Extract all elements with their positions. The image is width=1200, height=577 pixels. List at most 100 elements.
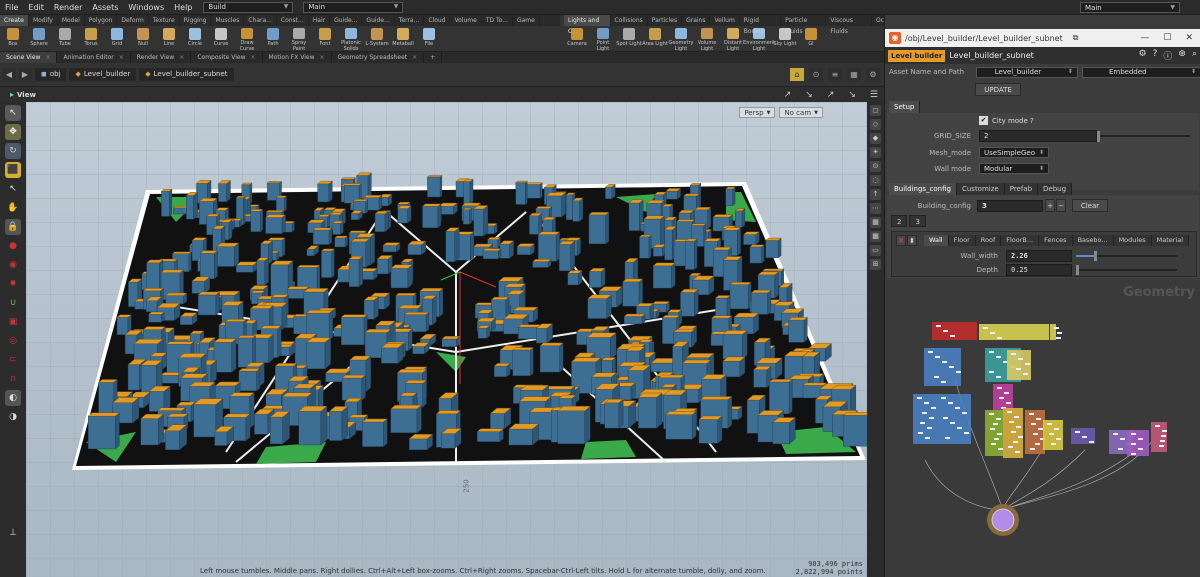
network-node[interactable] <box>1131 453 1136 455</box>
persp-dropdown[interactable]: Persp ▼ <box>739 107 776 118</box>
network-node[interactable] <box>997 387 1002 389</box>
network-node[interactable] <box>1082 436 1087 438</box>
network-node[interactable] <box>941 381 946 383</box>
network-node[interactable] <box>949 366 954 368</box>
shelf-tab[interactable]: Particle Fluids <box>781 15 827 35</box>
shelf-tab[interactable]: Lights and C... <box>564 15 611 35</box>
menu-edit[interactable]: Edit <box>23 0 49 15</box>
grid-size-slider[interactable] <box>1100 135 1190 137</box>
shelf-tab[interactable]: Const... <box>277 15 309 26</box>
network-node[interactable] <box>948 402 953 404</box>
select-mode-icon[interactable]: ↘ <box>805 90 813 100</box>
points-icon[interactable]: ⋯ <box>870 203 881 214</box>
reorder-icon[interactable]: ⬍ <box>907 235 917 246</box>
shelf-tool[interactable]: Sky Light <box>772 26 798 52</box>
shelf-tab[interactable]: Create <box>0 15 29 26</box>
network-node[interactable] <box>1075 431 1080 433</box>
network-box[interactable] <box>932 322 977 340</box>
network-node[interactable] <box>934 376 939 378</box>
snap-curve-icon[interactable]: ⊂ <box>5 352 21 368</box>
handle-icon[interactable]: ↘ <box>848 90 856 100</box>
network-node[interactable] <box>1155 425 1160 427</box>
grid-size-field[interactable]: 2 <box>979 130 1097 142</box>
menu-windows[interactable]: Windows <box>123 0 169 15</box>
network-node[interactable] <box>943 330 948 332</box>
sub-tab[interactable]: Basebo... <box>1072 235 1114 246</box>
network-node[interactable] <box>1056 438 1061 440</box>
network-node[interactable] <box>1047 423 1052 425</box>
network-node[interactable] <box>950 335 955 337</box>
info-icon[interactable]: ⓘ <box>1163 49 1172 62</box>
close-icon[interactable]: × <box>320 52 325 63</box>
network-node[interactable] <box>1023 373 1028 375</box>
network-node[interactable] <box>950 422 955 424</box>
shelf-tab[interactable]: Deform <box>117 15 149 26</box>
update-button[interactable]: UPDATE <box>975 83 1021 96</box>
close-icon[interactable]: × <box>45 52 50 63</box>
main-dropdown-right[interactable]: Main ▼ <box>1080 2 1180 13</box>
pose-icon[interactable]: ✋ <box>5 200 21 216</box>
network-node[interactable] <box>1160 440 1165 442</box>
wireframe-icon[interactable]: ◇ <box>870 119 881 130</box>
shelf-tab[interactable]: Model <box>58 15 85 26</box>
safe-area-icon[interactable]: ▭ <box>870 245 881 256</box>
network-node[interactable] <box>1054 428 1059 430</box>
help-icon[interactable]: ? <box>1153 49 1158 62</box>
light-red-icon[interactable]: ✸ <box>5 276 21 292</box>
network-node[interactable] <box>1033 433 1038 435</box>
network-node[interactable] <box>1161 435 1166 437</box>
network-node[interactable] <box>1049 433 1054 435</box>
network-node[interactable] <box>942 361 947 363</box>
shelf-tab[interactable]: Volume <box>450 15 482 26</box>
node-name-field[interactable]: Level_builder_subnet <box>949 51 1033 60</box>
network-node[interactable] <box>935 356 940 358</box>
network-node[interactable] <box>1030 448 1035 450</box>
snap-magnet-icon[interactable]: ∩ <box>5 371 21 387</box>
network-node[interactable] <box>1118 448 1123 450</box>
shelf-tool[interactable]: Area Light <box>642 26 668 52</box>
shelf-tab[interactable]: Rigging <box>180 15 212 26</box>
shelf-tool[interactable]: Line <box>156 26 182 52</box>
network-node[interactable] <box>989 413 994 415</box>
camera-view-icon[interactable]: ⊙ <box>870 161 881 172</box>
network-node[interactable] <box>1016 426 1021 428</box>
network-box[interactable] <box>937 394 971 444</box>
section-tab[interactable]: Customize <box>956 183 1005 195</box>
visibility-icon[interactable]: ◑ <box>5 409 21 425</box>
minimize-icon[interactable]: — <box>1140 33 1149 43</box>
close-icon[interactable]: ✕ <box>1185 33 1193 43</box>
shelf-tool[interactable]: Point Light <box>590 26 616 52</box>
network-node[interactable] <box>1038 428 1043 430</box>
network-node[interactable] <box>945 437 950 439</box>
network-node[interactable] <box>956 371 961 373</box>
network-node[interactable] <box>1018 358 1023 360</box>
sub-tab[interactable]: FloorB... <box>1001 235 1040 246</box>
shelf-tab[interactable]: Collisions <box>611 15 648 26</box>
shelf-tool[interactable]: Volume Light <box>694 26 720 52</box>
tab-setup[interactable]: Setup <box>889 101 921 113</box>
network-node[interactable] <box>941 397 946 399</box>
shelf-tab[interactable]: Rigid Bodies <box>740 15 782 35</box>
network-node[interactable] <box>1035 443 1040 445</box>
network-node[interactable] <box>1009 421 1014 423</box>
shelf-tab[interactable]: Game <box>513 15 540 26</box>
output-node[interactable] <box>991 508 1015 532</box>
sub-tab[interactable]: Material <box>1151 235 1190 246</box>
network-node[interactable] <box>997 433 1002 435</box>
network-node[interactable] <box>1011 353 1016 355</box>
grid-toggle-icon[interactable]: ▦ <box>870 217 881 228</box>
network-node[interactable] <box>931 407 936 409</box>
shelf-tool[interactable]: L-System <box>364 26 390 52</box>
shelf-tool[interactable]: Path <box>260 26 286 52</box>
pane-tab[interactable]: Geometry Spreadsheet × <box>332 52 425 63</box>
multiparm-tab-3[interactable]: 3 <box>909 215 926 227</box>
shelf-tool[interactable]: Grid <box>104 26 130 52</box>
network-graph[interactable] <box>885 280 1200 577</box>
network-node[interactable] <box>1159 445 1164 447</box>
network-node[interactable] <box>1113 433 1118 435</box>
normals-icon[interactable]: ↑ <box>870 189 881 200</box>
network-node[interactable] <box>929 417 934 419</box>
shelf-tab[interactable]: Terra... <box>395 15 425 26</box>
network-node[interactable] <box>1016 368 1021 370</box>
close-icon[interactable]: × <box>119 52 124 63</box>
